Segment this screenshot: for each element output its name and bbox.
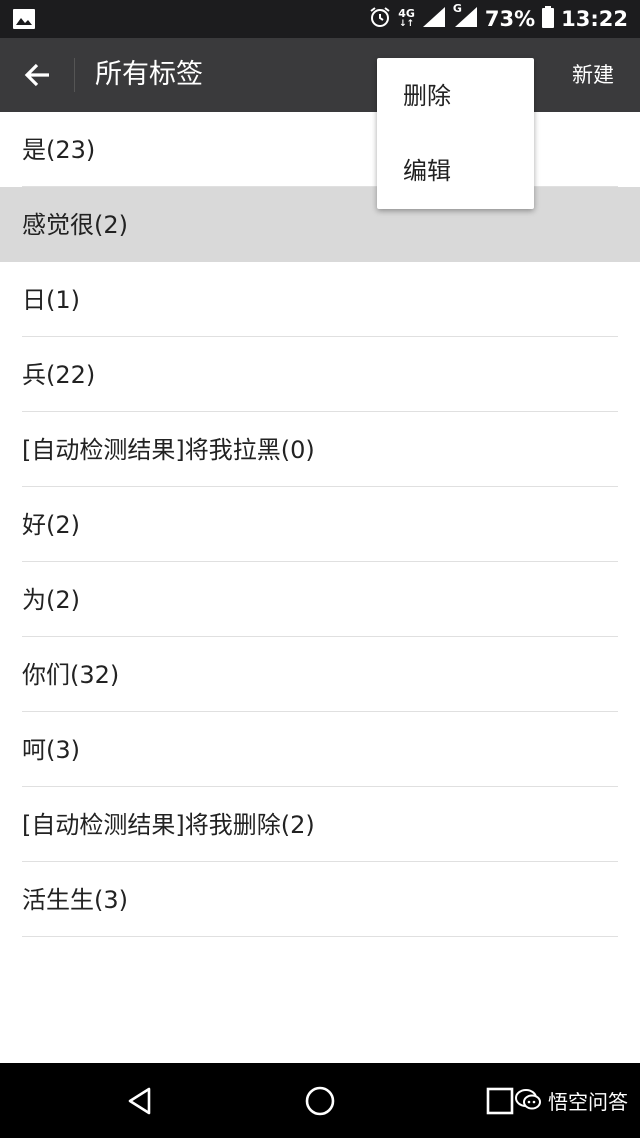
network-type-label: G: [452, 2, 462, 15]
tag-item-10[interactable]: 活生生(3): [0, 862, 640, 937]
new-tag-button[interactable]: 新建: [572, 38, 614, 112]
page-title: 所有标签: [95, 59, 203, 90]
tag-item-8[interactable]: 呵(3): [0, 712, 640, 787]
chat-bubble-icon: [515, 1089, 541, 1110]
tag-item-9[interactable]: [自动检测结果]将我删除(2): [0, 787, 640, 862]
watermark: 悟空问答: [514, 1085, 628, 1115]
tag-label: 感觉很(2): [22, 211, 128, 239]
square-recent-icon: [486, 1087, 514, 1115]
navigation-bar: 悟空问答: [0, 1063, 640, 1138]
tag-label: 为(2): [22, 586, 80, 614]
app-bar: 所有标签 新建: [0, 38, 640, 112]
tag-label: 好(2): [22, 511, 80, 539]
triangle-back-icon: [128, 1087, 151, 1115]
circle-home-icon: [305, 1086, 335, 1116]
tag-item-2[interactable]: 日(1): [0, 262, 640, 337]
tag-label: [自动检测结果]将我删除(2): [22, 811, 315, 839]
app-bar-divider: [74, 58, 75, 92]
clock: 13:22: [561, 7, 628, 31]
tag-item-0[interactable]: 是(23): [0, 112, 640, 187]
signal-icon: G: [452, 2, 479, 33]
tag-label: 兵(22): [22, 361, 96, 389]
signal-icon: [421, 5, 447, 33]
status-icons: 4G ↓↑ G 73% 13:22: [368, 0, 628, 38]
alarm-icon: [368, 5, 392, 33]
popup-menu: 删除 编辑: [377, 58, 534, 209]
network-indicator: 4G ↓↑: [398, 8, 415, 30]
tag-item-7[interactable]: 你们(32): [0, 637, 640, 712]
row-divider: [22, 936, 618, 937]
tag-item-5[interactable]: 好(2): [0, 487, 640, 562]
nav-back-button[interactable]: [115, 1076, 165, 1126]
tag-item-1[interactable]: 感觉很(2): [0, 187, 640, 262]
tag-label: 呵(3): [22, 736, 80, 764]
battery-percent: 73%: [484, 7, 536, 31]
arrow-left-icon: [24, 63, 49, 87]
tag-label: 你们(32): [22, 661, 120, 689]
back-button[interactable]: [14, 51, 62, 99]
tag-label: 活生生(3): [22, 886, 128, 914]
status-bar: 4G ↓↑ G 73% 13:22: [0, 0, 640, 38]
nav-home-button[interactable]: [295, 1076, 345, 1126]
tag-item-3[interactable]: 兵(22): [0, 337, 640, 412]
tag-label: [自动检测结果]将我拉黑(0): [22, 436, 315, 464]
screen: 4G ↓↑ G 73% 13:22 所有标签 新建 是(23) 感觉很(2) 日…: [0, 0, 640, 1138]
edit-menu-item[interactable]: 编辑: [377, 133, 534, 208]
image-icon: [12, 7, 36, 31]
tag-list: 是(23) 感觉很(2) 日(1) 兵(22) [自动检测结果]将我拉黑(0) …: [0, 112, 640, 937]
delete-menu-item[interactable]: 删除: [377, 58, 534, 133]
network-type-label: 4G: [398, 7, 415, 20]
tag-item-4[interactable]: [自动检测结果]将我拉黑(0): [0, 412, 640, 487]
tag-label: 是(23): [22, 136, 96, 164]
tag-item-6[interactable]: 为(2): [0, 562, 640, 637]
watermark-text: 悟空问答: [548, 1089, 628, 1114]
tag-label: 日(1): [22, 286, 80, 314]
battery-icon: [541, 5, 555, 33]
data-arrows-icon: ↓↑: [398, 19, 415, 29]
